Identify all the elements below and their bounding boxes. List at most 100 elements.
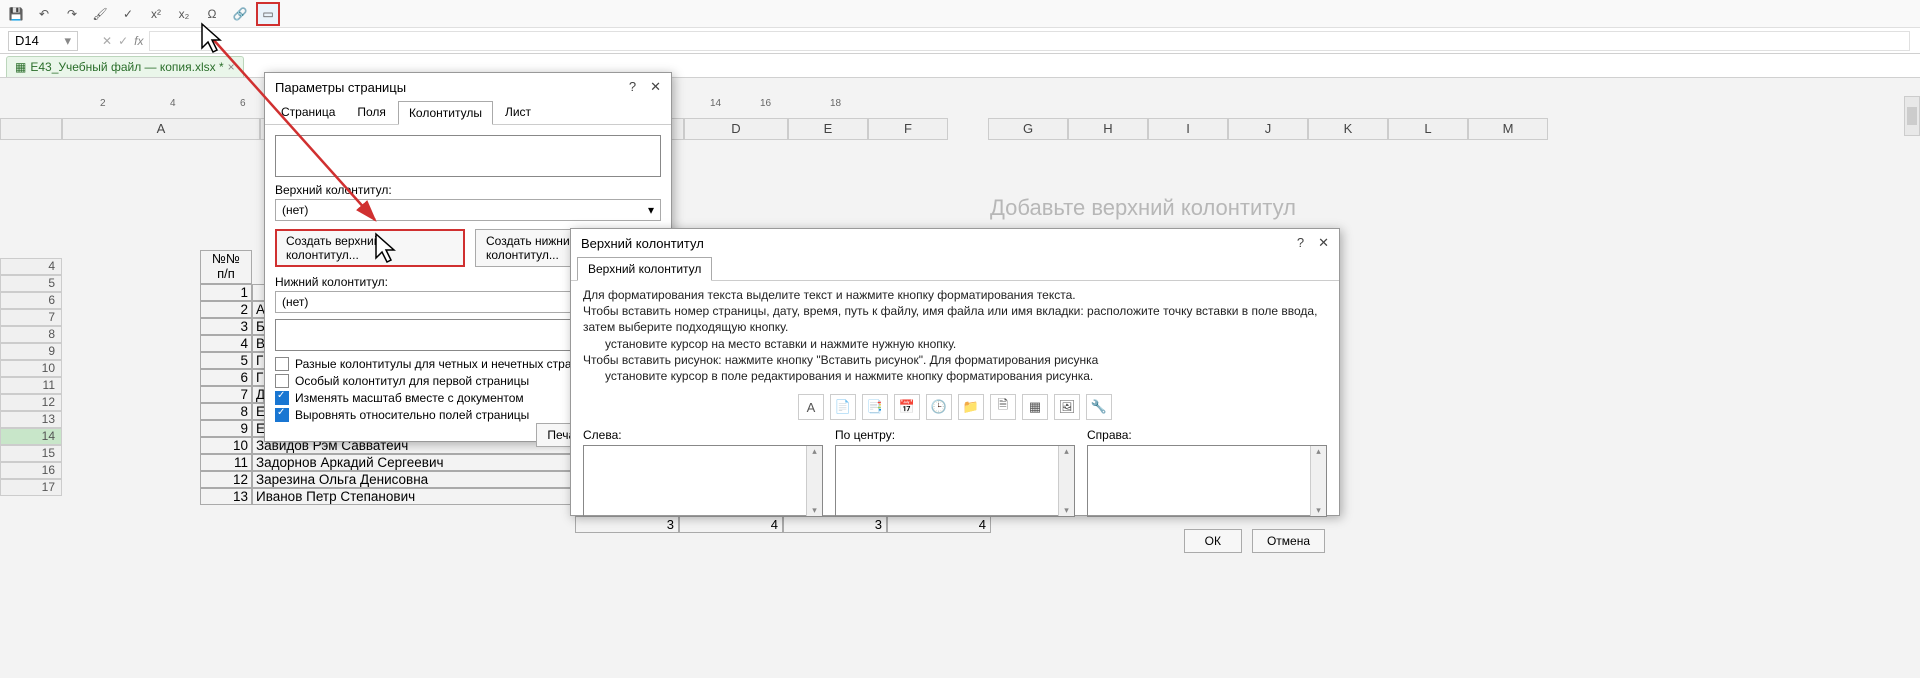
page-count-icon[interactable]: 📑 xyxy=(862,394,888,420)
cell-num[interactable]: 10 xyxy=(200,437,252,454)
tab-margins[interactable]: Поля xyxy=(347,101,396,124)
col-header[interactable]: A xyxy=(62,118,260,140)
col-header[interactable]: G xyxy=(988,118,1068,140)
header-footer-icon[interactable]: ▭ xyxy=(256,2,280,26)
font-format-icon[interactable]: A xyxy=(798,394,824,420)
row-header[interactable]: 5 xyxy=(0,275,62,292)
fx-icon[interactable]: fx xyxy=(134,34,143,48)
tab-page[interactable]: Страница xyxy=(271,101,345,124)
row-header[interactable]: 4 xyxy=(0,258,62,275)
checkbox-align-margins[interactable] xyxy=(275,408,289,422)
row-header[interactable]: 14 xyxy=(0,428,62,445)
col-header[interactable]: H xyxy=(1068,118,1148,140)
row-header[interactable]: 10 xyxy=(0,360,62,377)
cell-name[interactable]: Зарезина Ольга Денисовна xyxy=(252,471,572,488)
right-section-input[interactable]: ▴▾ xyxy=(1087,445,1327,517)
row-header[interactable]: 17 xyxy=(0,479,62,496)
row-header[interactable]: 9 xyxy=(0,343,62,360)
header-combo[interactable]: (нет)▾ xyxy=(275,199,661,221)
cell-num[interactable]: 4 xyxy=(200,335,252,352)
cell-num[interactable]: 2 xyxy=(200,301,252,318)
row-header[interactable]: 13 xyxy=(0,411,62,428)
scrollbar[interactable]: ▴▾ xyxy=(1058,446,1074,516)
accept-formula-icon[interactable]: ✓ xyxy=(118,34,128,48)
cell-num[interactable]: 3 xyxy=(200,318,252,335)
undo-icon[interactable]: ↶ xyxy=(32,2,56,26)
cell-num[interactable]: 1 xyxy=(200,284,252,301)
cell-name[interactable]: Задорнов Аркадий Сергеевич xyxy=(252,454,572,471)
page-number-icon[interactable]: 📄 xyxy=(830,394,856,420)
checkbox-scale[interactable] xyxy=(275,391,289,405)
scrollbar[interactable]: ▴▾ xyxy=(806,446,822,516)
save-icon[interactable]: 💾 xyxy=(4,2,28,26)
checkbox-odd-even[interactable] xyxy=(275,357,289,371)
close-icon[interactable]: ✕ xyxy=(1318,235,1329,251)
col-header[interactable]: F xyxy=(868,118,948,140)
scrollbar[interactable]: ▴▾ xyxy=(1310,446,1326,516)
select-all-corner[interactable] xyxy=(0,118,62,140)
file-path-icon[interactable]: 📁 xyxy=(958,394,984,420)
subscript-icon[interactable]: x₂ xyxy=(172,2,196,26)
close-tab-icon[interactable]: × xyxy=(228,60,235,74)
superscript-icon[interactable]: x² xyxy=(144,2,168,26)
center-section-input[interactable]: ▴▾ xyxy=(835,445,1075,517)
tab-header[interactable]: Верхний колонтитул xyxy=(577,257,712,281)
row-header[interactable]: 7 xyxy=(0,309,62,326)
insert-picture-icon[interactable]: 🖼 xyxy=(1054,394,1080,420)
date-icon[interactable]: 📅 xyxy=(894,394,920,420)
center-section-label: По центру: xyxy=(835,428,1075,442)
close-icon[interactable]: ✕ xyxy=(650,79,661,95)
col-header[interactable]: M xyxy=(1468,118,1548,140)
ok-button[interactable]: ОК xyxy=(1184,529,1242,553)
cancel-formula-icon[interactable]: ✕ xyxy=(102,34,112,48)
header-dialog: Верхний колонтитул ? ✕ Верхний колонтиту… xyxy=(570,228,1340,516)
dialog-title: Верхний колонтитул xyxy=(581,236,704,251)
formula-bar: D14 ▾ ✕ ✓ fx xyxy=(0,28,1920,54)
cell-reference-box[interactable]: D14 ▾ xyxy=(8,31,78,51)
cell-num[interactable]: 7 xyxy=(200,386,252,403)
cell-num[interactable]: 6 xyxy=(200,369,252,386)
create-header-button[interactable]: Создать верхний колонтитул... xyxy=(275,229,465,267)
help-icon[interactable]: ? xyxy=(629,79,636,95)
cell-num[interactable]: 12 xyxy=(200,471,252,488)
row-header[interactable]: 16 xyxy=(0,462,62,479)
col-header[interactable]: I xyxy=(1148,118,1228,140)
row-header[interactable]: 11 xyxy=(0,377,62,394)
tab-sheet[interactable]: Лист xyxy=(495,101,541,124)
row-header[interactable]: 15 xyxy=(0,445,62,462)
omega-icon[interactable]: Ω xyxy=(200,2,224,26)
formula-input[interactable] xyxy=(149,31,1910,51)
col-header[interactable]: K xyxy=(1308,118,1388,140)
col-header[interactable]: E xyxy=(788,118,868,140)
cell-num[interactable]: 11 xyxy=(200,454,252,471)
col-header[interactable]: J xyxy=(1228,118,1308,140)
cell-num[interactable]: 5 xyxy=(200,352,252,369)
header-placeholder[interactable]: Добавьте верхний колонтитул xyxy=(990,195,1296,221)
spellcheck-icon[interactable]: ✓ xyxy=(116,2,140,26)
cancel-button[interactable]: Отмена xyxy=(1252,529,1325,553)
file-name-icon[interactable]: 🗎 xyxy=(990,394,1016,420)
instruction-line: Чтобы вставить номер страницы, дату, вре… xyxy=(583,303,1327,335)
workbook-tab[interactable]: ▦ E43_Учебный файл — копия.xlsx * × xyxy=(6,56,244,77)
cell-num[interactable]: 8 xyxy=(200,403,252,420)
row-header[interactable]: 6 xyxy=(0,292,62,309)
checkbox-first-page[interactable] xyxy=(275,374,289,388)
header-tools: A📄📑📅🕒📁🗎▦🖼🔧 xyxy=(571,390,1339,424)
left-section-input[interactable]: ▴▾ xyxy=(583,445,823,517)
cell-num[interactable]: 9 xyxy=(200,420,252,437)
time-icon[interactable]: 🕒 xyxy=(926,394,952,420)
format-painter-icon[interactable]: 🖌 xyxy=(88,2,112,26)
redo-icon[interactable]: ↷ xyxy=(60,2,84,26)
row-header[interactable]: 8 xyxy=(0,326,62,343)
chevron-down-icon: ▾ xyxy=(648,203,654,217)
cell-num[interactable]: 13 xyxy=(200,488,252,505)
col-header[interactable]: L xyxy=(1388,118,1468,140)
row-header[interactable]: 12 xyxy=(0,394,62,411)
link-icon[interactable]: 🔗 xyxy=(228,2,252,26)
col-header[interactable]: D xyxy=(684,118,788,140)
sheet-name-icon[interactable]: ▦ xyxy=(1022,394,1048,420)
cell-name[interactable]: Иванов Петр Степанович xyxy=(252,488,572,505)
help-icon[interactable]: ? xyxy=(1297,235,1304,251)
format-picture-icon[interactable]: 🔧 xyxy=(1086,394,1112,420)
tab-headers-footers[interactable]: Колонтитулы xyxy=(398,101,493,125)
